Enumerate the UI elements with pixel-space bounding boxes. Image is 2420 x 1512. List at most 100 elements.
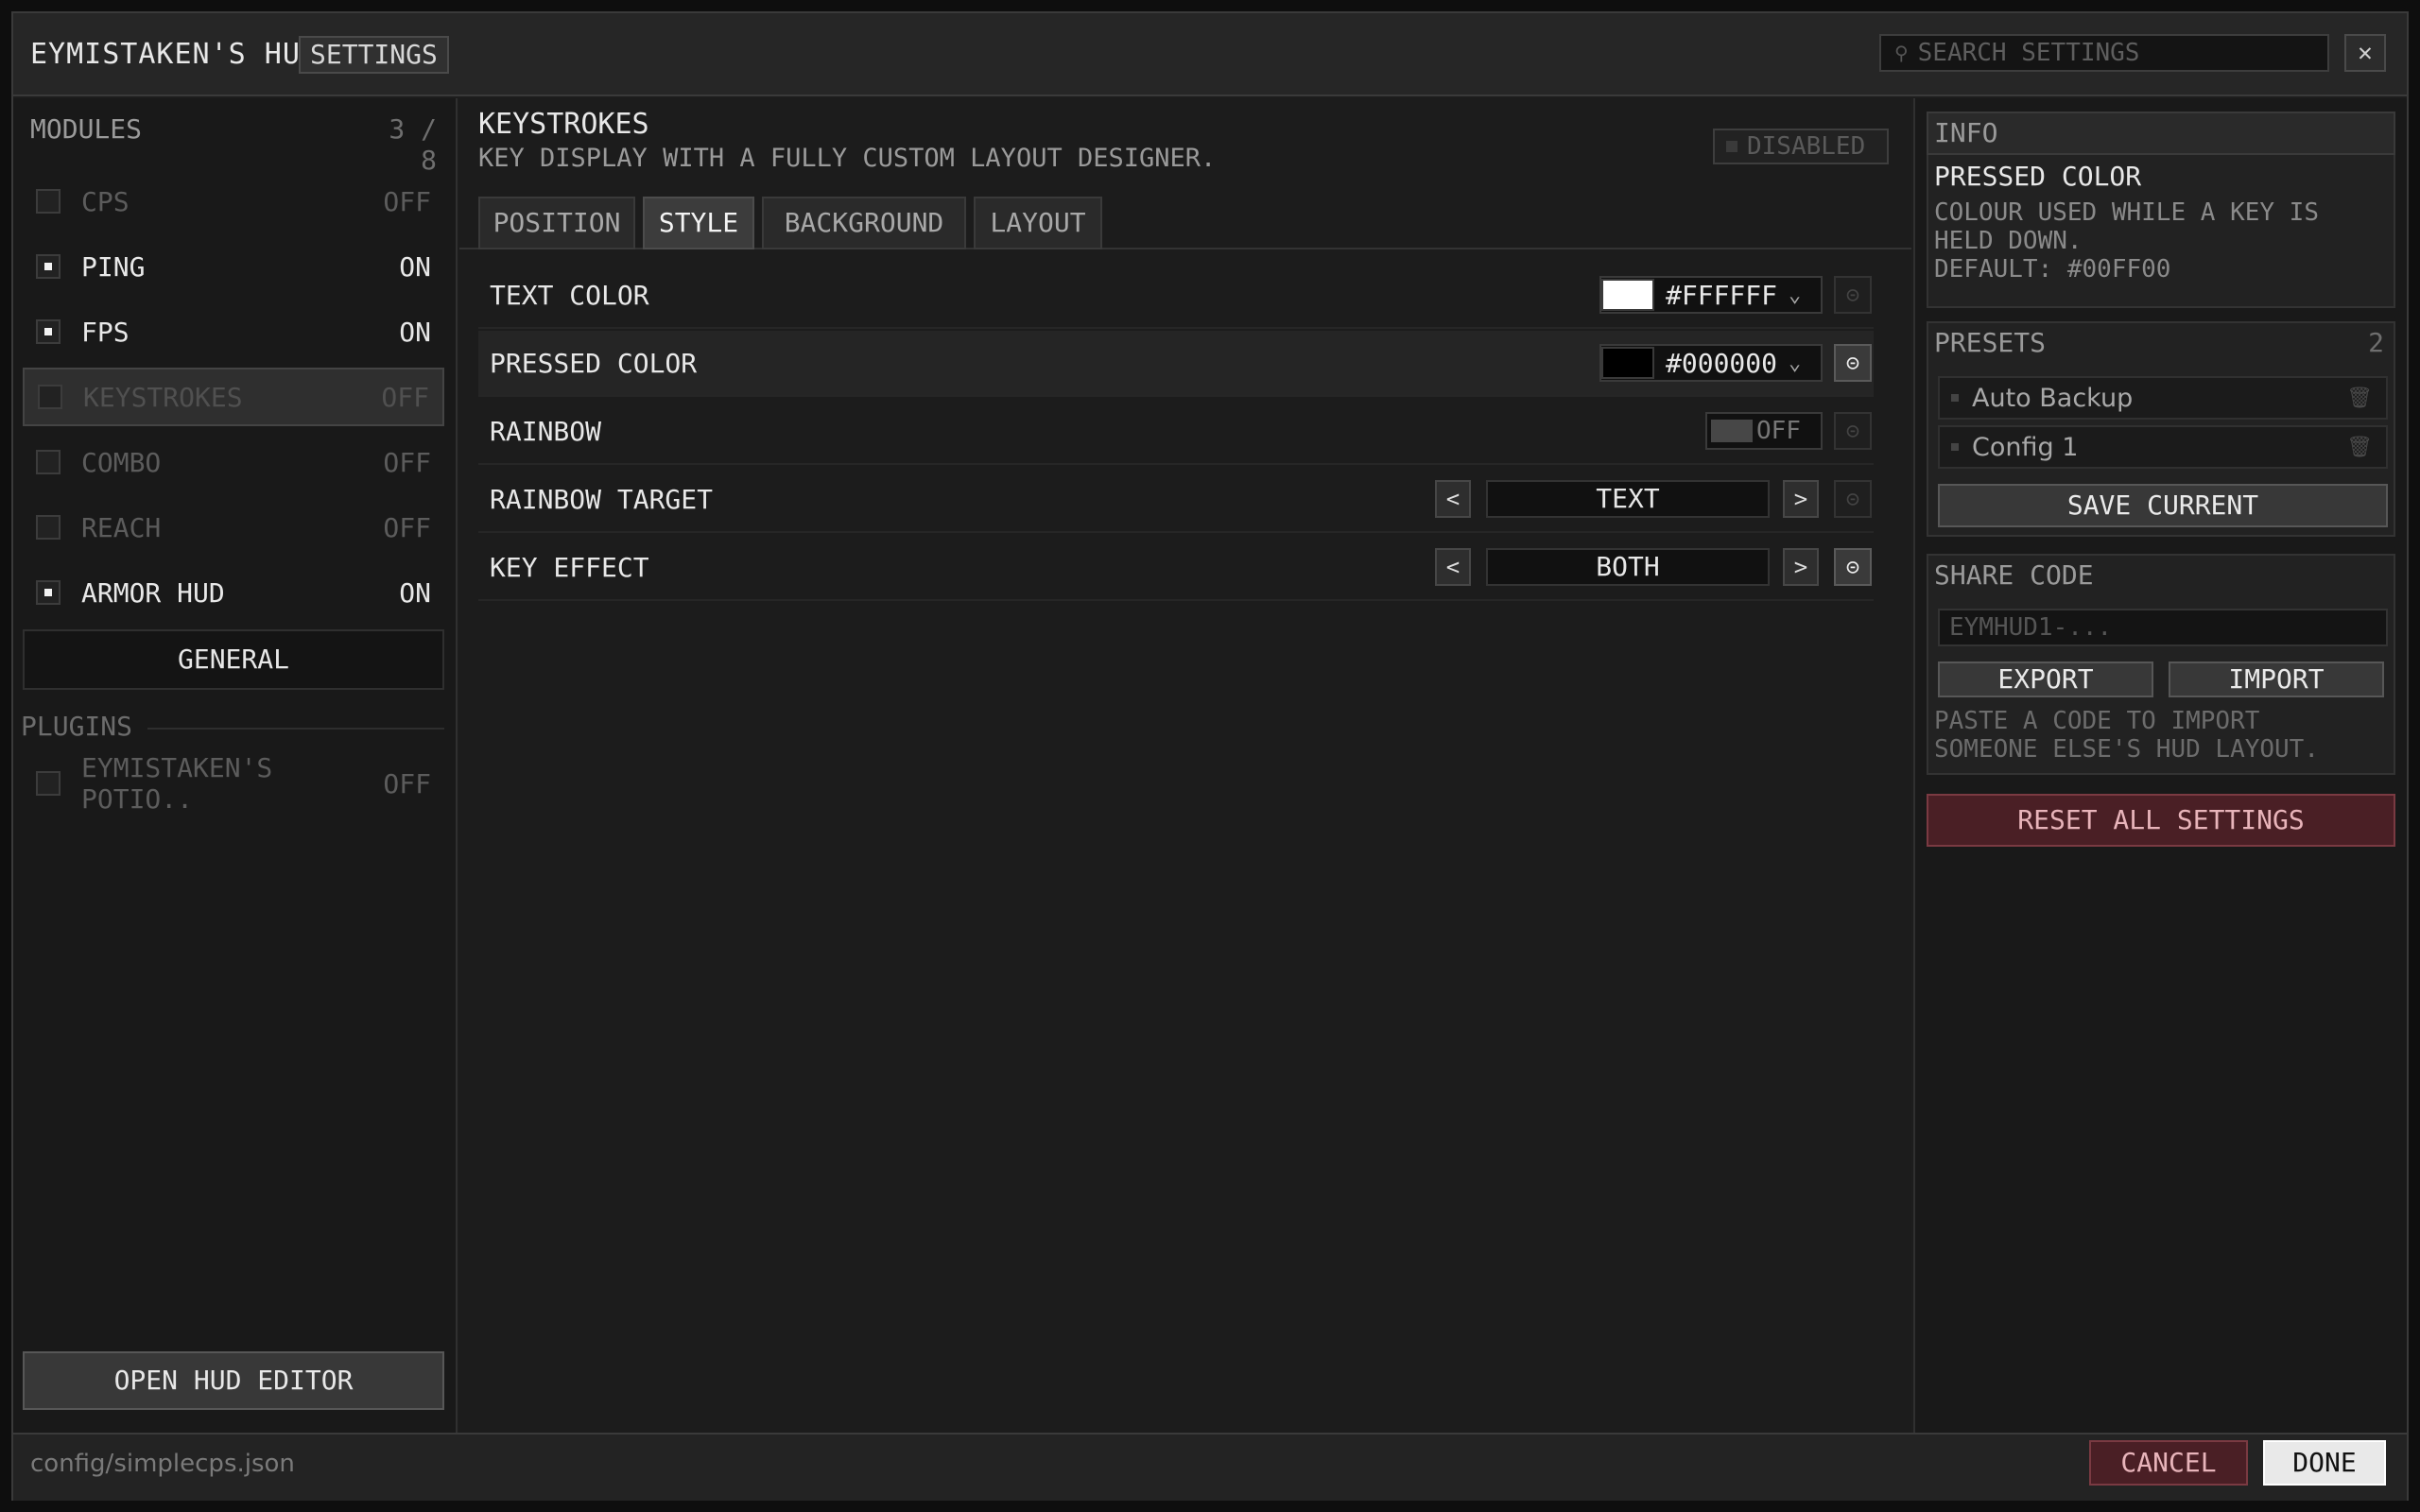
module-row-reach[interactable]: REACH OFF (23, 498, 444, 557)
import-button[interactable]: IMPORT (2169, 662, 2384, 697)
module-checkbox[interactable] (36, 319, 60, 344)
share-code-input[interactable]: EYMHUD1-... (1938, 609, 2388, 646)
module-row-keystrokes[interactable]: KEYSTROKES OFF (23, 368, 444, 426)
footer-bar (13, 1433, 2407, 1501)
color-hex-value: #FFFFFF (1666, 279, 1778, 311)
plugin-checkbox[interactable] (36, 771, 60, 796)
close-button[interactable]: ✕ (2344, 34, 2386, 72)
setting-label: RAINBOW TARGET (490, 483, 714, 515)
share-hint-2: SOMEONE ELSE'S HUD LAYOUT. (1934, 735, 2319, 764)
reset-key-effect-button[interactable]: ⊝ (1834, 548, 1872, 586)
chevron-right-icon: > (1793, 554, 1808, 580)
module-state: OFF (383, 185, 431, 217)
info-line-1: COLOUR USED WHILE A KEY IS (1934, 198, 2319, 227)
preset-bullet (1951, 394, 1959, 402)
module-row-armor-hud[interactable]: ARMOR HUD ON (23, 563, 444, 622)
plugin-name: EYMISTAKEN'S POTIO.. (81, 752, 273, 815)
reset-text-color-button[interactable]: ⊝ (1834, 276, 1872, 314)
done-button[interactable]: DONE (2263, 1440, 2386, 1486)
general-button[interactable]: GENERAL (23, 629, 444, 690)
setting-label: RAINBOW (490, 415, 602, 447)
module-checkbox[interactable] (36, 189, 60, 214)
color-swatch (1601, 279, 1654, 311)
module-status-toggle[interactable]: DISABLED (1713, 129, 1889, 164)
reset-rainbow-button[interactable]: ⊝ (1834, 412, 1872, 450)
trash-icon[interactable]: 🗑 (2346, 387, 2386, 410)
module-state: OFF (383, 446, 431, 478)
module-row-ping[interactable]: PING ON (23, 237, 444, 296)
modules-count: 3 / 8 (389, 113, 437, 176)
reset-icon: ⊝ (1845, 554, 1860, 580)
presets-heading: PRESETS (1934, 327, 2047, 358)
plugin-row-potions[interactable]: EYMISTAKEN'S POTIO.. OFF (23, 752, 444, 815)
config-path: config/simplecps.json (30, 1450, 295, 1478)
color-swatch (1601, 347, 1654, 379)
save-current-button[interactable]: SAVE CURRENT (1938, 484, 2388, 527)
tab-background[interactable]: BACKGROUND (762, 197, 966, 249)
rainbow-target-prev-button[interactable]: < (1435, 480, 1471, 518)
plugins-heading: PLUGINS (21, 711, 133, 742)
module-row-fps[interactable]: FPS ON (23, 302, 444, 361)
color-hex-value: #000000 (1666, 347, 1778, 379)
search-input[interactable]: ⚲ SEARCH SETTINGS (1879, 34, 2329, 72)
chevron-down-icon: ⌄ (1789, 351, 1802, 375)
preset-name: Config 1 (1972, 432, 2079, 462)
app-title: EYMISTAKEN'S HUD (30, 38, 319, 71)
tab-style[interactable]: STYLE (643, 197, 754, 249)
module-state: OFF (383, 511, 431, 543)
key-effect-prev-button[interactable]: < (1435, 548, 1471, 586)
key-effect-next-button[interactable]: > (1783, 548, 1819, 586)
open-hud-editor-button[interactable]: OPEN HUD EDITOR (23, 1351, 444, 1410)
search-placeholder: SEARCH SETTINGS (1917, 39, 2140, 67)
module-name: COMBO (81, 446, 162, 478)
plugins-divider (147, 728, 444, 730)
reset-icon: ⊝ (1845, 486, 1860, 512)
setting-row-rainbow: RAINBOW (478, 399, 1874, 465)
reset-icon: ⊝ (1845, 350, 1860, 376)
module-name: CPS (81, 185, 130, 217)
rainbow-toggle[interactable]: OFF (1705, 412, 1823, 450)
rainbow-target-next-button[interactable]: > (1783, 480, 1819, 518)
module-description: KEY DISPLAY WITH A FULLY CUSTOM LAYOUT D… (478, 144, 1217, 173)
module-row-cps[interactable]: CPS OFF (23, 172, 444, 231)
text-color-picker[interactable]: #FFFFFF ⌄ (1599, 276, 1823, 314)
module-name: PING (81, 250, 146, 283)
reset-rainbow-target-button[interactable]: ⊝ (1834, 480, 1872, 518)
preset-item[interactable]: Config 1 🗑 (1938, 425, 2388, 469)
module-checkbox[interactable] (36, 580, 60, 605)
module-checkbox[interactable] (36, 450, 60, 474)
cancel-button[interactable]: CANCEL (2089, 1440, 2248, 1486)
reset-icon: ⊝ (1845, 418, 1860, 444)
info-line-2: HELD DOWN. (1934, 227, 2083, 255)
module-row-combo[interactable]: COMBO OFF (23, 433, 444, 491)
reset-icon: ⊝ (1845, 282, 1860, 308)
module-name: FPS (81, 316, 130, 348)
key-effect-value: BOTH (1486, 548, 1770, 586)
share-hint-1: PASTE A CODE TO IMPORT (1934, 707, 2260, 735)
chevron-right-icon: > (1793, 486, 1808, 512)
settings-badge: SETTINGS (299, 36, 449, 74)
tab-layout[interactable]: LAYOUT (974, 197, 1102, 249)
reset-pressed-color-button[interactable]: ⊝ (1834, 344, 1872, 382)
preset-item[interactable]: Auto Backup 🗑 (1938, 376, 2388, 420)
module-checkbox[interactable] (38, 385, 62, 409)
chevron-left-icon: < (1445, 486, 1461, 512)
module-name: REACH (81, 511, 162, 543)
modules-heading: MODULES (30, 113, 143, 145)
preset-bullet (1951, 443, 1959, 451)
module-checkbox[interactable] (36, 515, 60, 540)
chevron-left-icon: < (1445, 554, 1461, 580)
tab-position[interactable]: POSITION (478, 197, 635, 249)
module-title: KEYSTROKES (478, 108, 649, 141)
share-code-heading: SHARE CODE (1934, 559, 2094, 591)
export-button[interactable]: EXPORT (1938, 662, 2153, 697)
close-icon: ✕ (2358, 39, 2373, 67)
plugin-state: OFF (383, 767, 431, 799)
module-name: KEYSTROKES (83, 381, 243, 413)
module-state: OFF (381, 381, 429, 413)
pressed-color-picker[interactable]: #000000 ⌄ (1599, 344, 1823, 382)
reset-all-settings-button[interactable]: RESET ALL SETTINGS (1927, 794, 2395, 847)
trash-icon[interactable]: 🗑 (2346, 436, 2386, 459)
module-state: ON (399, 316, 431, 348)
module-checkbox[interactable] (36, 254, 60, 279)
